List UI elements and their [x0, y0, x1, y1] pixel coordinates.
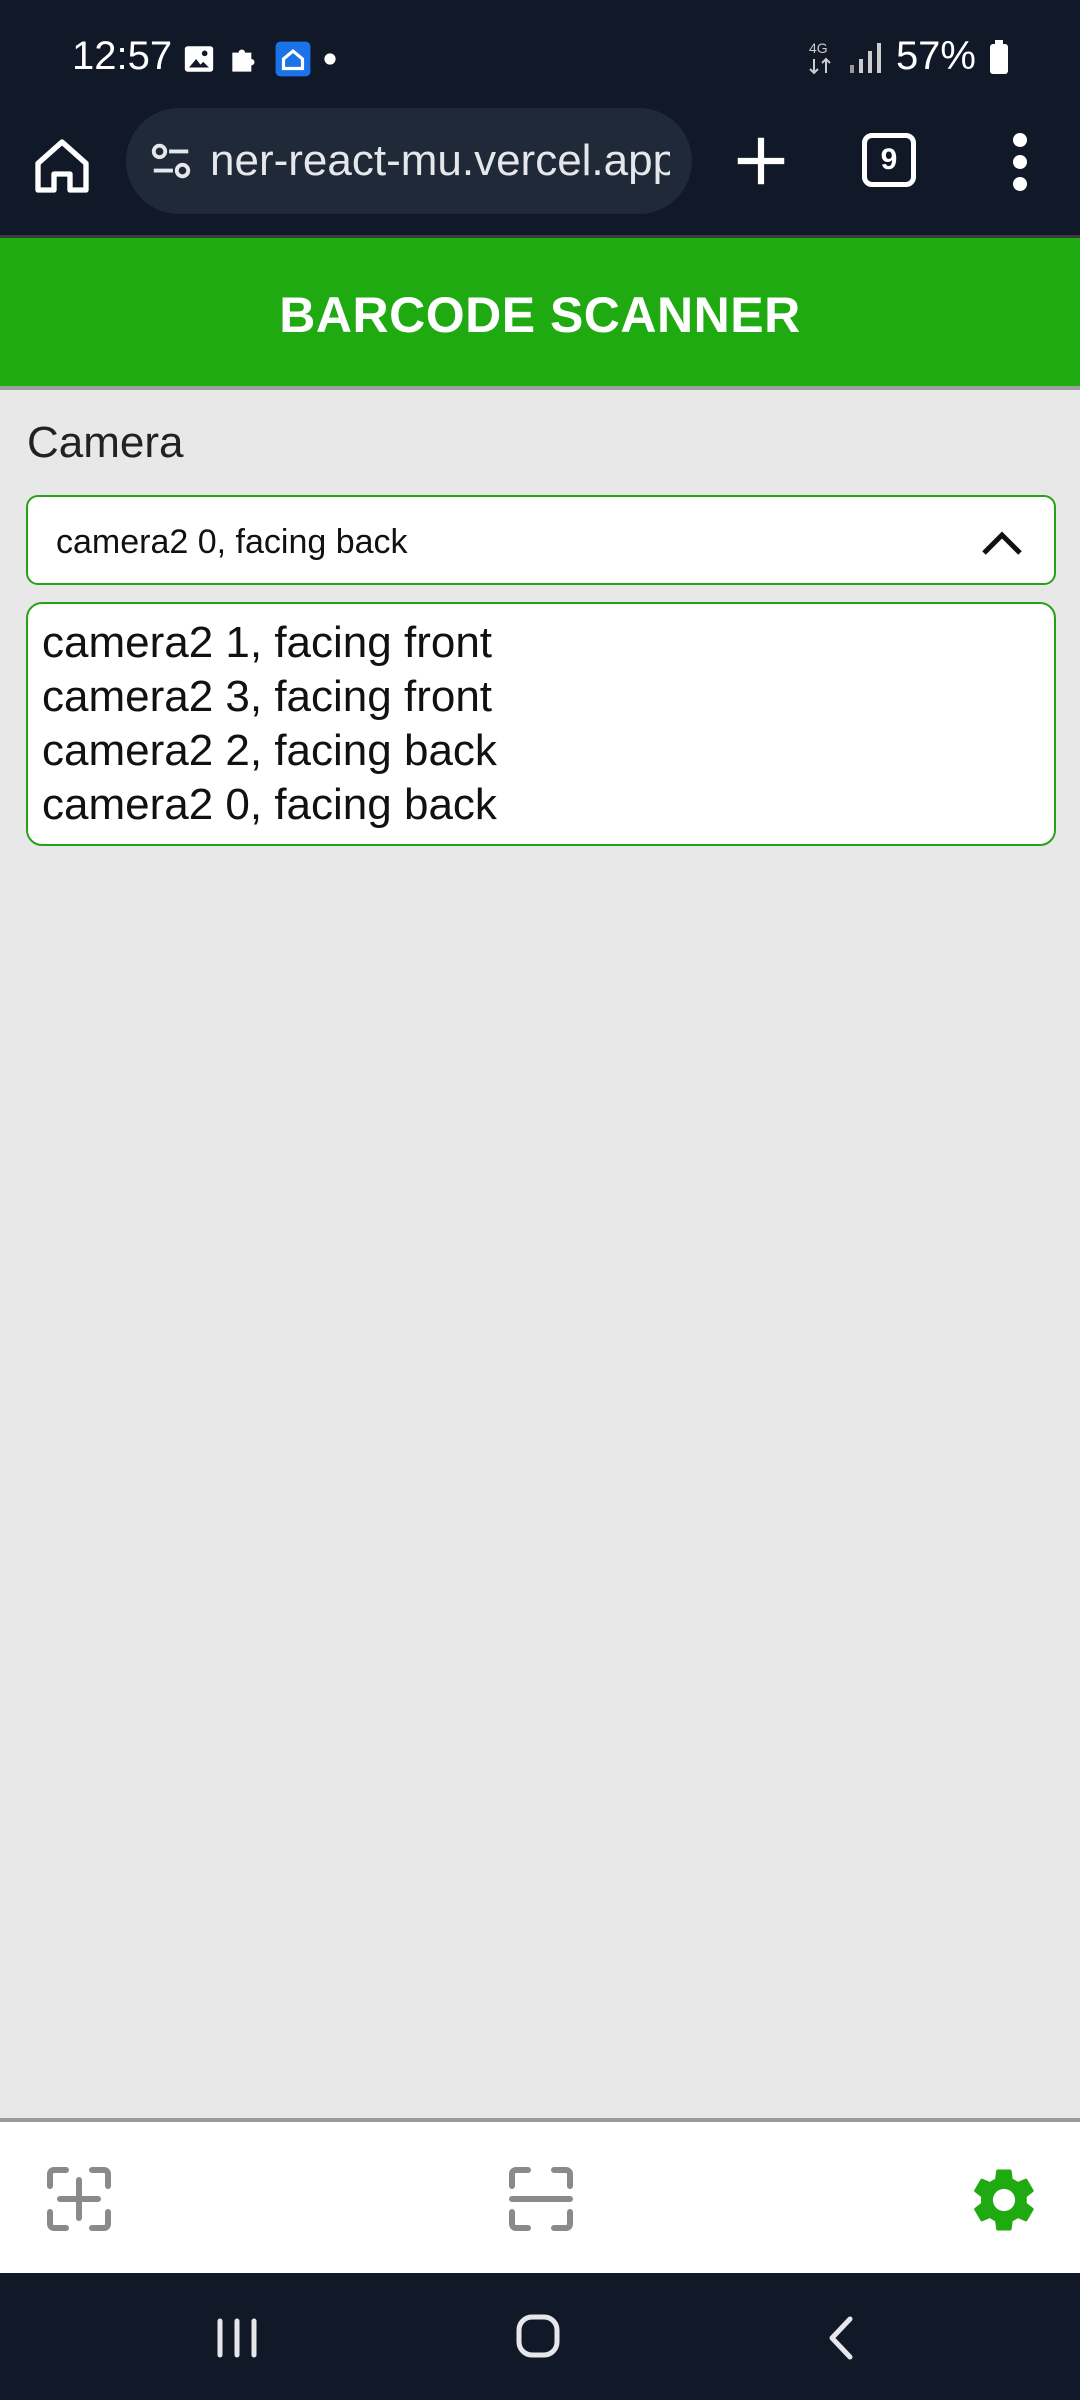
- bottom-nav: [0, 2118, 1080, 2273]
- chevron-up-icon: [982, 531, 1022, 555]
- status-right: 4G 57%: [806, 34, 1010, 79]
- more-menu-icon[interactable]: [1000, 130, 1040, 194]
- puzzle-icon: [232, 49, 255, 72]
- home-nav-icon[interactable]: [515, 2313, 561, 2359]
- camera-label: Camera: [27, 418, 184, 467]
- status-time: 12:57: [72, 34, 173, 78]
- signal-icon: [849, 42, 881, 73]
- status-left-icons: [182, 40, 338, 78]
- camera-option[interactable]: camera2 1, facing front: [42, 616, 1054, 670]
- camera-select[interactable]: camera2 0, facing back: [26, 495, 1056, 585]
- new-tab-icon[interactable]: [730, 130, 792, 192]
- tab-count: 9: [880, 143, 898, 176]
- image-icon: [184, 46, 214, 72]
- camera-select-value: camera2 0, facing back: [56, 523, 408, 561]
- page-title: BARCODE SCANNER: [279, 287, 801, 343]
- camera-options-list: camera2 1, facing front camera2 3, facin…: [26, 602, 1056, 846]
- status-bar: 12:57 4G 57%: [0, 0, 1080, 120]
- back-icon[interactable]: [822, 2313, 858, 2363]
- camera-option[interactable]: camera2 3, facing front: [42, 670, 1054, 724]
- settings-icon[interactable]: [966, 2162, 1042, 2238]
- app-header: BARCODE SCANNER: [0, 235, 1080, 390]
- system-nav-bar: [0, 2273, 1080, 2400]
- scan-add-icon[interactable]: [46, 2166, 112, 2232]
- battery-icon: [990, 39, 1008, 74]
- url-text: ner-react-mu.vercel.app: [210, 136, 670, 185]
- recents-icon[interactable]: [212, 2315, 262, 2361]
- camera-option[interactable]: camera2 0, facing back: [42, 778, 1054, 832]
- scan-icon[interactable]: [508, 2166, 574, 2232]
- network-4g-icon: 4G: [809, 40, 831, 74]
- dot-icon: [324, 53, 336, 65]
- network-type: 4G: [809, 40, 828, 56]
- home-app-icon: [275, 41, 311, 77]
- battery-percent: 57%: [895, 34, 976, 78]
- home-icon[interactable]: [30, 134, 94, 198]
- camera-option[interactable]: camera2 2, facing back: [42, 724, 1054, 778]
- site-settings-icon[interactable]: [148, 138, 194, 184]
- tab-switcher-button[interactable]: 9: [862, 133, 916, 187]
- address-bar[interactable]: ner-react-mu.vercel.app: [126, 108, 692, 214]
